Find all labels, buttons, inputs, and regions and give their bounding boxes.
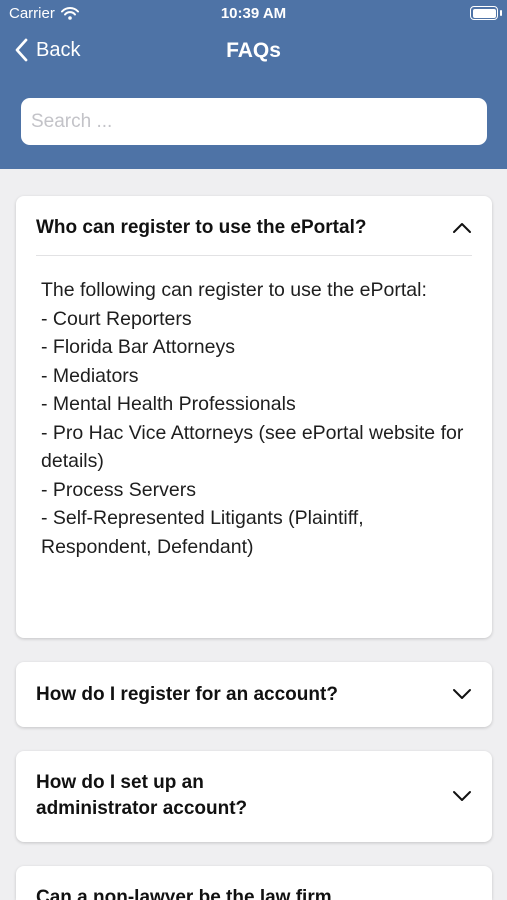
chevron-down-icon (453, 689, 471, 699)
faq-question-row-4[interactable]: Can a non-lawyer be the law firm (16, 866, 492, 900)
faq-question-4: Can a non-lawyer be the law firm (36, 887, 332, 900)
page-title: FAQs (226, 39, 281, 62)
faq-divider (36, 255, 472, 256)
faq-item-3: How do I set up an administrator account… (16, 751, 492, 842)
faq-answer-1: The following can register to use the eP… (41, 279, 464, 558)
status-bar: Carrier 10:39 AM (0, 0, 507, 28)
faq-item-1: Who can register to use the ePortal? The… (16, 196, 492, 638)
battery-tip (500, 10, 502, 16)
faq-item-2: How do I register for an account? (16, 662, 492, 727)
header: Carrier 10:39 AM Back FAQs (0, 0, 507, 169)
search-input[interactable] (21, 98, 487, 145)
faq-question-1: Who can register to use the ePortal? (36, 217, 367, 238)
faq-question-row-2[interactable]: How do I register for an account? (16, 662, 492, 727)
faq-item-4: Can a non-lawyer be the law firm (16, 866, 492, 900)
battery-icon (470, 6, 498, 20)
chevron-up-icon (453, 223, 471, 233)
chevron-down-icon (453, 791, 471, 801)
faq-question-2: How do I register for an account? (36, 684, 338, 705)
nav-bar: Back FAQs (0, 30, 507, 74)
battery-level (472, 8, 496, 18)
faq-question-row-3[interactable]: How do I set up an administrator account… (16, 751, 492, 842)
clock: 10:39 AM (220, 5, 287, 22)
faq-question-3: How do I set up an administrator account… (36, 772, 248, 819)
faq-question-row-1[interactable]: Who can register to use the ePortal? (16, 196, 492, 256)
